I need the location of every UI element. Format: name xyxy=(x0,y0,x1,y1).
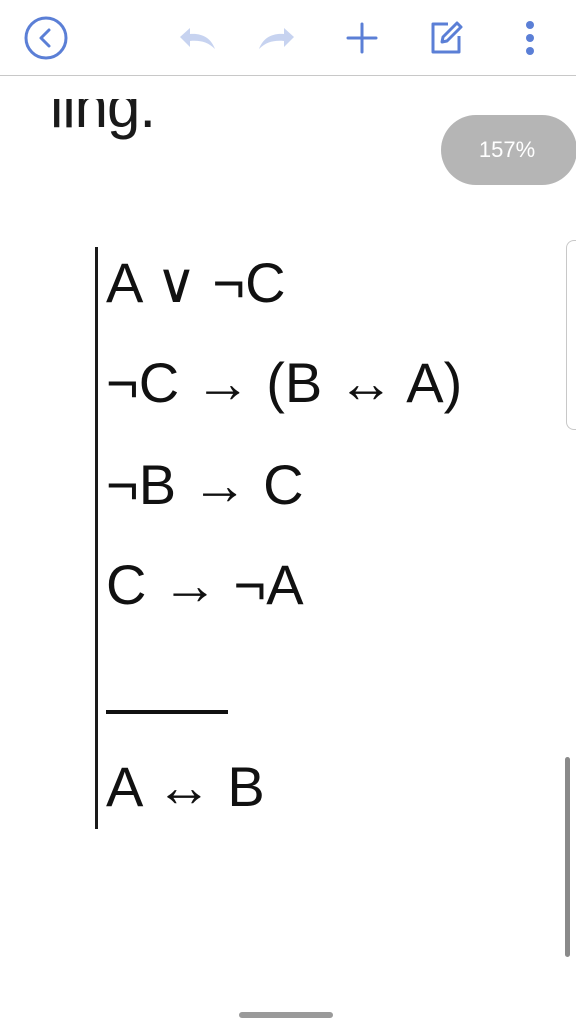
document-canvas[interactable]: ling. 157% A ∨ ¬C ¬C → (B ↔ A) ¬B → C C … xyxy=(0,77,576,1024)
back-icon xyxy=(24,16,68,60)
edit-button[interactable] xyxy=(422,14,470,62)
gesture-nav-handle[interactable] xyxy=(239,1012,333,1018)
back-button[interactable] xyxy=(22,14,70,62)
more-vert-icon xyxy=(526,21,534,55)
plus-icon xyxy=(346,22,378,54)
conclusion: A ↔ B xyxy=(106,755,265,818)
redo-button[interactable] xyxy=(254,14,302,62)
more-button[interactable] xyxy=(506,14,554,62)
premise-2: ¬C → (B ↔ A) xyxy=(106,351,463,414)
toolbar xyxy=(0,0,576,76)
premise-4: C → ¬A xyxy=(106,553,304,616)
premise-3: ¬B → C xyxy=(106,453,304,516)
undo-icon xyxy=(180,28,215,49)
premise-1: A ∨ ¬C xyxy=(106,251,286,314)
screen: ling. 157% A ∨ ¬C ¬C → (B ↔ A) ¬B → C C … xyxy=(0,0,576,1024)
side-panel-handle[interactable] xyxy=(566,240,576,430)
vertical-scrollbar[interactable] xyxy=(565,757,570,957)
redo-icon xyxy=(259,28,294,49)
undo-button[interactable] xyxy=(172,14,220,62)
zoom-badge: 157% xyxy=(441,115,576,185)
conclusion-divider xyxy=(106,710,228,714)
partial-text: ling. xyxy=(50,99,156,140)
add-button[interactable] xyxy=(338,14,386,62)
proof-vertical-line xyxy=(95,247,98,829)
edit-icon xyxy=(431,21,463,54)
partial-text-line: ling. xyxy=(50,99,155,161)
